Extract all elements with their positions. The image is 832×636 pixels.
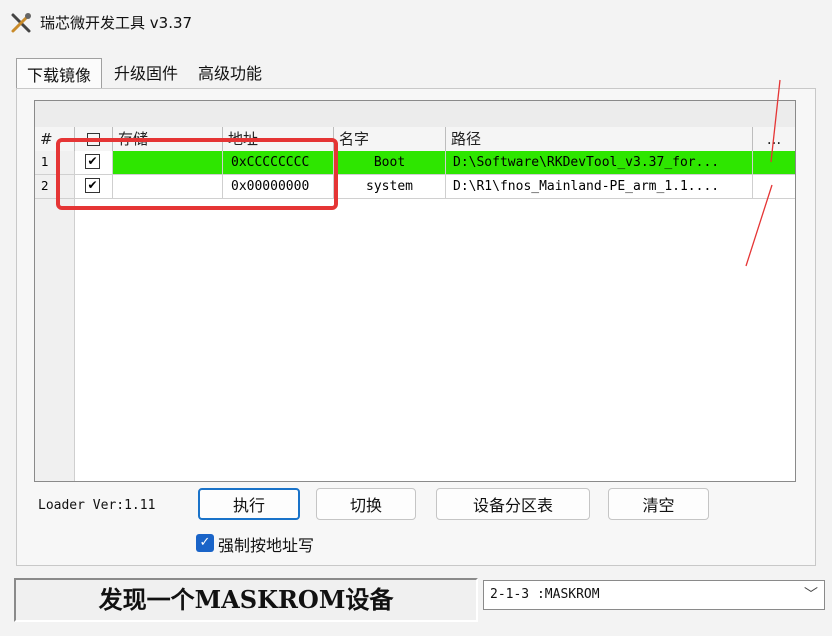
annotation-arrow-lines — [745, 79, 781, 267]
force-address-write-checkbox[interactable]: ✓ — [196, 534, 214, 552]
chevron-down-icon[interactable]: ﹀ — [804, 581, 818, 609]
row-path[interactable]: D:\R1\fnos_Mainland-PE_arm_1.1.... — [446, 175, 753, 198]
tab-upgrade-firmware[interactable]: 升级固件 — [104, 58, 188, 86]
highlight-annotation-box — [56, 138, 338, 210]
tab-advanced-functions[interactable]: 高级功能 — [188, 58, 272, 86]
execute-button[interactable]: 执行 — [198, 488, 300, 520]
tab-download-image[interactable]: 下载镜像 — [16, 58, 102, 88]
window-title: 瑞芯微开发工具 v3.37 — [40, 14, 193, 32]
force-address-write-label[interactable]: 强制按地址写 — [218, 532, 314, 556]
row-path[interactable]: D:\Software\RKDevTool_v3.37_for... — [446, 151, 753, 174]
table-toolbar-area — [35, 101, 795, 128]
row-name: system — [334, 175, 446, 198]
row-name: Boot — [334, 151, 446, 174]
clear-button[interactable]: 清空 — [608, 488, 709, 520]
tools-icon — [11, 13, 31, 33]
device-select-value: 2-1-3 :MASKROM — [490, 587, 600, 602]
switch-button[interactable]: 切换 — [316, 488, 416, 520]
loader-version: Loader Ver:1.11 — [38, 498, 156, 513]
column-header-path: 路径 — [446, 127, 753, 151]
device-status-text: 发现一个MASKROM设备 — [14, 578, 478, 622]
device-select[interactable]: 2-1-3 :MASKROM ﹀ — [483, 580, 825, 610]
partition-table-button[interactable]: 设备分区表 — [436, 488, 590, 520]
column-header-name: 名字 — [334, 127, 446, 151]
title-bar: 瑞芯微开发工具 v3.37 — [0, 0, 832, 44]
row-number-gutter — [35, 199, 75, 481]
